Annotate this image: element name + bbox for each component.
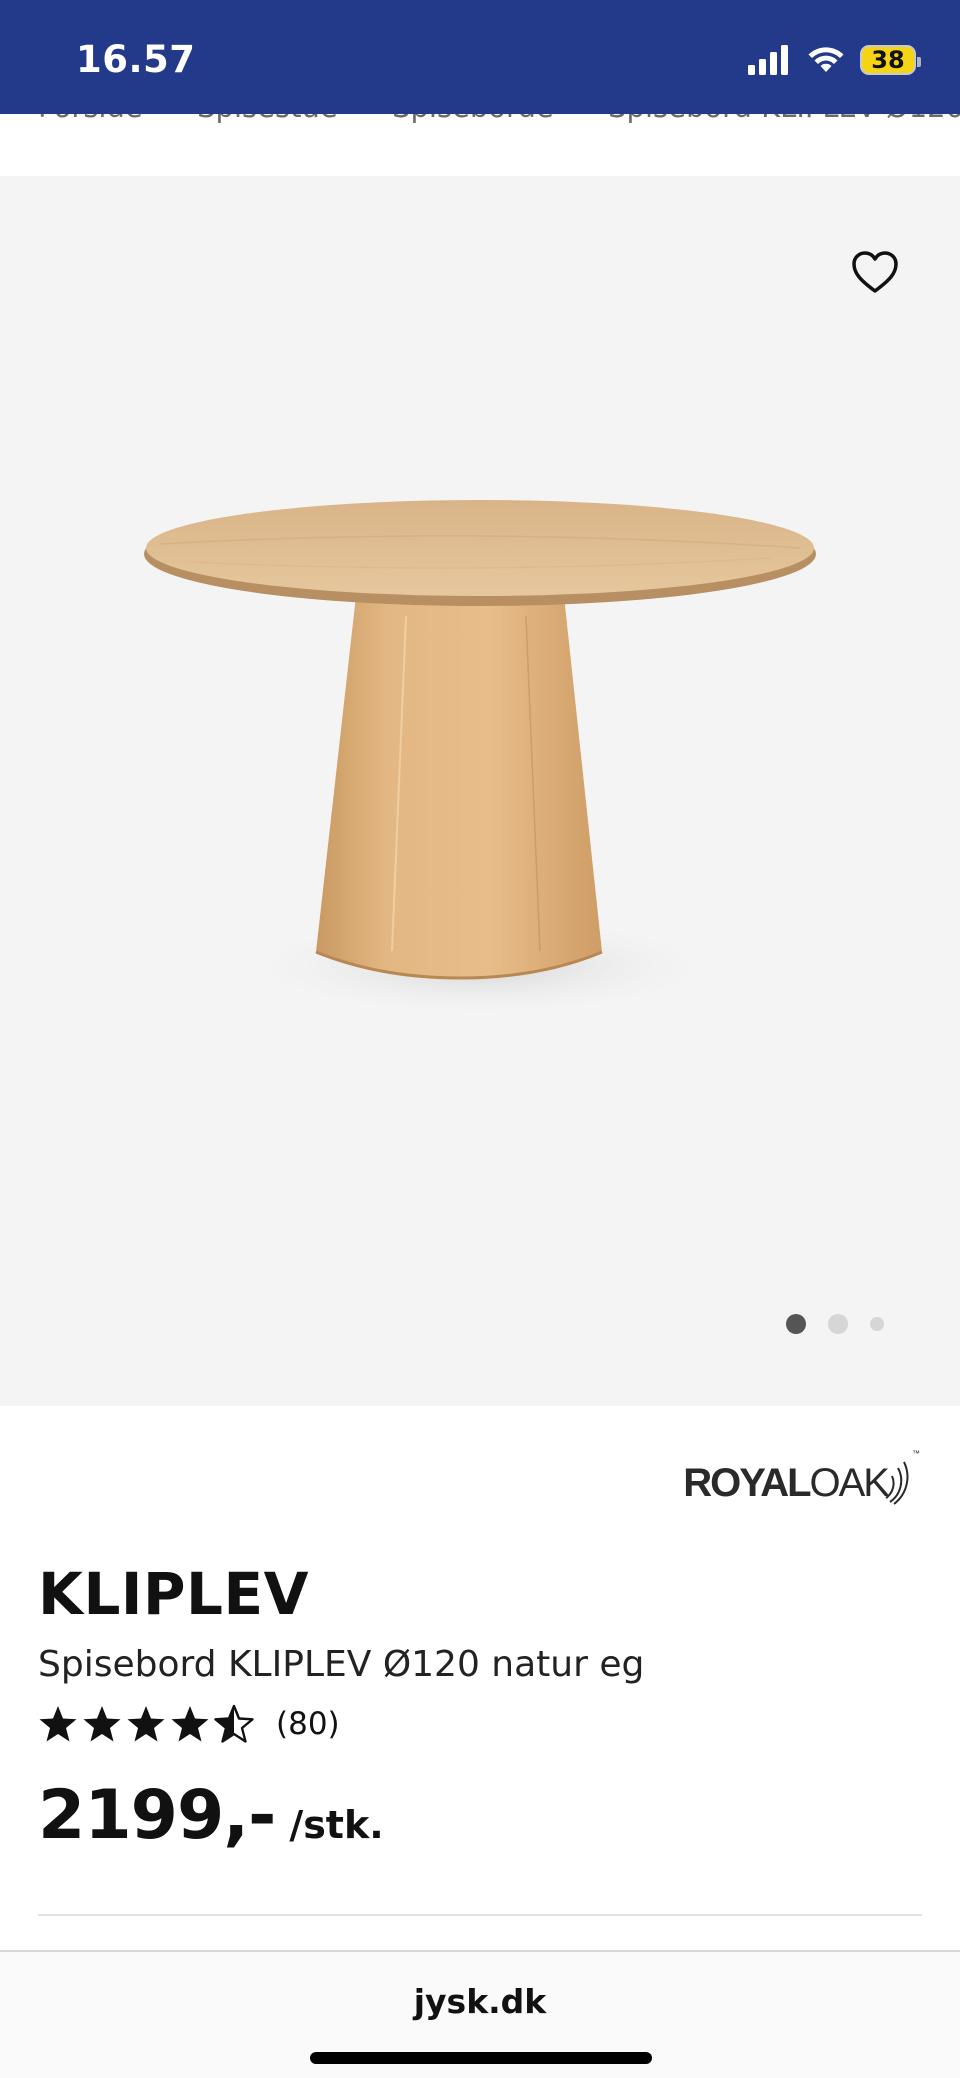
product-image-table[interactable]	[130, 496, 830, 1216]
brand-logo-text-bold: ROYAL	[683, 1461, 811, 1505]
product-title: KLIPLEV	[38, 1560, 309, 1628]
cellular-signal-icon	[748, 45, 788, 75]
brand-logo-text-light: OAK	[809, 1461, 890, 1505]
chevron-right-icon: ›	[360, 114, 370, 122]
status-icons: 38	[748, 40, 921, 80]
product-page: 16.57 38 Forside › Spisestue › S	[0, 0, 960, 2078]
breadcrumb-item-spisestue[interactable]: Spisestue	[197, 114, 338, 124]
star-full-icon	[83, 1706, 121, 1742]
battery-icon: 38	[860, 45, 921, 75]
product-rating[interactable]: (80)	[38, 1704, 340, 1744]
star-full-icon	[127, 1706, 165, 1742]
gallery-pagination	[786, 1314, 884, 1334]
breadcrumb-item-current[interactable]: Spisebord KLIPLEV Ø120	[608, 114, 960, 124]
product-gallery[interactable]	[0, 176, 960, 1406]
brand-logo-royal-oak[interactable]: ROYAL OAK ™	[683, 1446, 922, 1506]
browser-address-bar: jysk.dk	[0, 1950, 960, 2078]
product-price: 2199,-	[38, 1776, 276, 1855]
home-indicator[interactable]	[310, 2052, 652, 2064]
star-full-icon	[39, 1706, 77, 1742]
breadcrumb: Forside › Spisestue › Spiseborde › Spise…	[0, 114, 960, 174]
status-time: 16.57	[76, 38, 196, 81]
heart-icon[interactable]	[850, 248, 900, 298]
brand-logo-trademark: ™	[912, 1449, 920, 1458]
star-half-icon	[214, 1704, 254, 1743]
breadcrumb-list: Forside › Spisestue › Spiseborde › Spise…	[38, 114, 960, 124]
gallery-dot-2[interactable]	[828, 1314, 848, 1334]
brand-logo-arcs-icon: ™	[885, 1449, 920, 1505]
gallery-dot-3[interactable]	[870, 1317, 884, 1331]
product-description: Spisebord KLIPLEV Ø120 natur eg	[38, 1644, 645, 1685]
chevron-right-icon: ›	[576, 114, 586, 122]
gallery-dot-1[interactable]	[786, 1314, 806, 1334]
breadcrumb-item-forside[interactable]: Forside	[38, 114, 143, 124]
chevron-right-icon: ›	[165, 114, 175, 122]
breadcrumb-item-spiseborde[interactable]: Spiseborde	[392, 114, 554, 124]
price-row: 2199,- /stk.	[38, 1776, 384, 1855]
status-bar: 16.57 38	[0, 0, 960, 114]
wifi-icon	[808, 47, 844, 72]
battery-level: 38	[871, 46, 905, 74]
star-full-icon	[171, 1706, 209, 1742]
section-divider	[38, 1914, 922, 1916]
rating-count[interactable]: (80)	[276, 1706, 340, 1742]
price-unit: /stk.	[289, 1803, 384, 1847]
url-field[interactable]: jysk.dk	[0, 1982, 960, 2021]
